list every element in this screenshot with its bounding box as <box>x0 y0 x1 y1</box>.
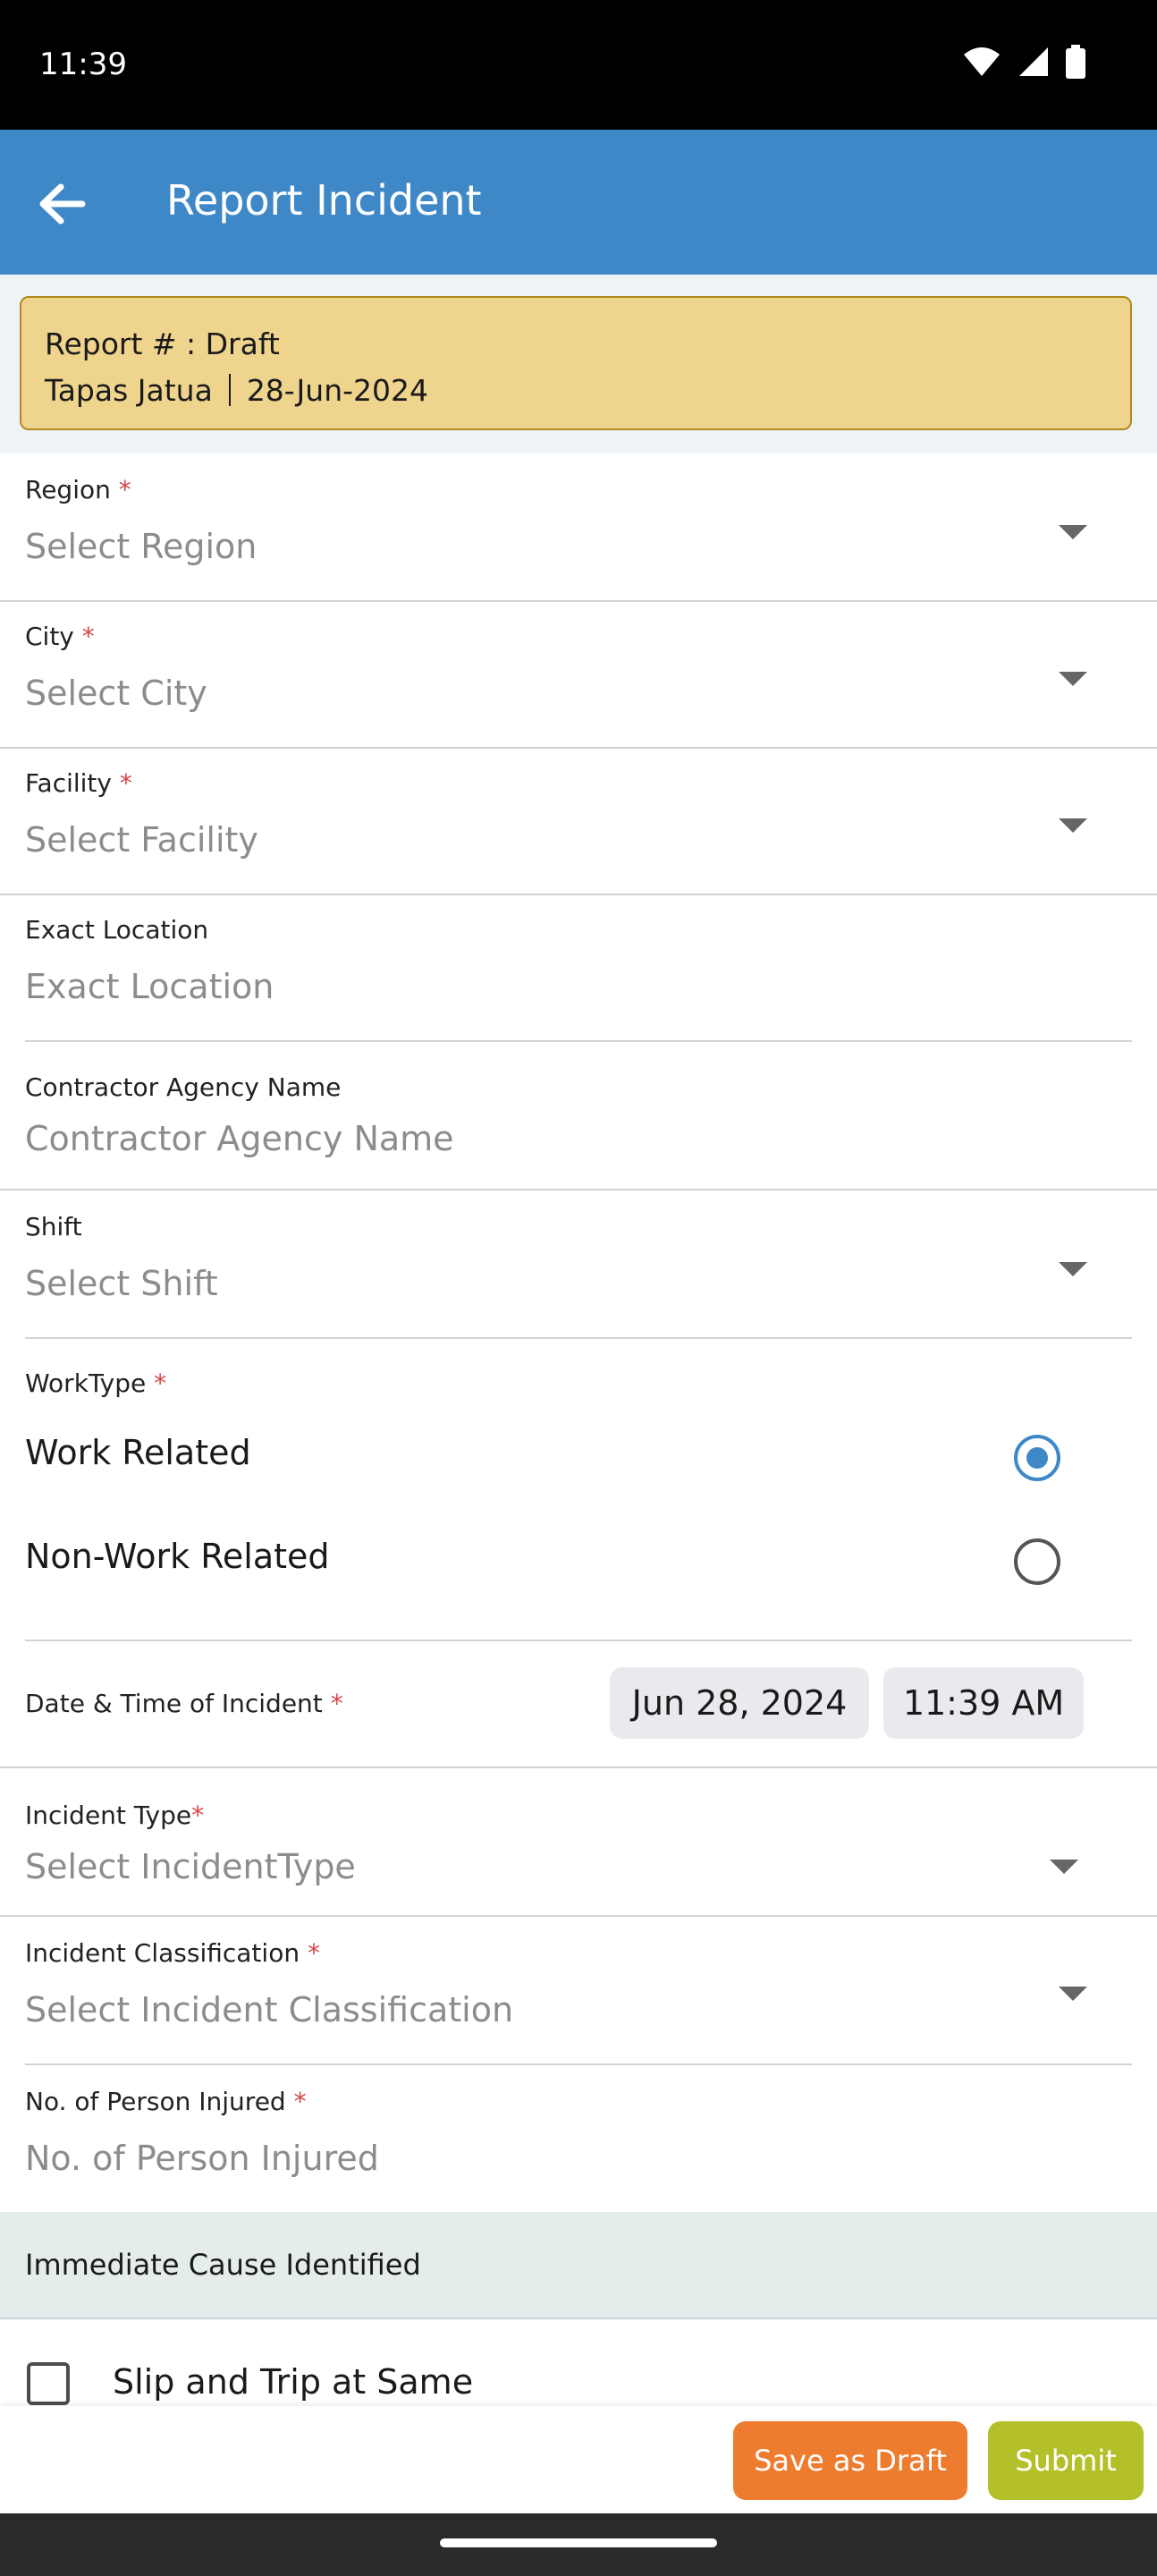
app-bar: Report Incident <box>0 130 1157 275</box>
home-gesture-handle[interactable] <box>440 2538 717 2547</box>
city-dropdown[interactable]: City * Select City <box>0 602 1157 747</box>
incident-classification-label: Incident Classification * <box>25 1938 320 1968</box>
signal-icon <box>1019 47 1048 76</box>
region-placeholder: Select Region <box>25 527 258 566</box>
radio-option-non-work-related[interactable]: Non-Work Related <box>0 1517 1157 1606</box>
persons-injured-label: No. of Person Injured * <box>25 2087 307 2116</box>
page-title: Report Incident <box>166 176 482 225</box>
persons-injured-field[interactable]: No. of Person Injured * No. of Person In… <box>0 2065 1157 2212</box>
system-nav-bar <box>0 2513 1157 2576</box>
facility-dropdown[interactable]: Facility * Select Facility <box>0 749 1157 894</box>
section-title: Immediate Cause Identified <box>25 2248 421 2282</box>
contractor-agency-label: Contractor Agency Name <box>25 1072 342 1102</box>
chevron-down-icon <box>1059 525 1087 539</box>
facility-placeholder: Select Facility <box>25 820 258 860</box>
shift-placeholder: Select Shift <box>25 1264 218 1303</box>
date-picker-button[interactable]: Jun 28, 2024 <box>610 1667 869 1739</box>
status-bar: 11:39 <box>0 0 1157 130</box>
chevron-down-icon <box>1059 1987 1087 2001</box>
region-label: Region * <box>25 475 131 504</box>
persons-injured-input[interactable]: No. of Person Injured <box>25 2139 379 2178</box>
radio-label: Non-Work Related <box>25 1537 330 1576</box>
section-header: Immediate Cause Identified <box>0 2212 1157 2318</box>
incident-classification-dropdown[interactable]: Incident Classification * Select Inciden… <box>0 1917 1157 2063</box>
radio-label: Work Related <box>25 1433 251 1472</box>
chevron-down-icon <box>1059 672 1087 686</box>
cause-checkbox-item[interactable]: Slip and Trip at Same <box>0 2319 1157 2406</box>
divider <box>25 1640 1132 1641</box>
report-date: 28-Jun-2024 <box>246 373 429 408</box>
report-number: Report # : Draft <box>45 326 280 361</box>
time-picker-button[interactable]: 11:39 AM <box>883 1667 1084 1739</box>
exact-location-label: Exact Location <box>25 915 209 945</box>
radio-selected-icon[interactable] <box>1014 1435 1060 1481</box>
chevron-down-icon <box>1059 818 1087 833</box>
worktype-label: WorkType * <box>25 1368 167 1398</box>
report-banner-area: Report # : Draft Tapas Jatua 28-Jun-2024 <box>0 275 1157 453</box>
incident-type-dropdown[interactable]: Incident Type* Select IncidentType <box>0 1768 1157 1915</box>
incident-classification-placeholder: Select Incident Classification <box>25 1990 514 2029</box>
exact-location-input[interactable]: Exact Location <box>25 967 274 1006</box>
report-banner: Report # : Draft Tapas Jatua 28-Jun-2024 <box>20 296 1132 430</box>
radio-option-work-related[interactable]: Work Related <box>0 1413 1157 1503</box>
status-icons <box>962 45 1085 79</box>
contractor-agency-field[interactable]: Contractor Agency Name Contractor Agency… <box>0 1042 1157 1189</box>
shift-dropdown[interactable]: Shift Select Shift <box>0 1191 1157 1337</box>
checkbox-icon[interactable] <box>27 2362 70 2405</box>
submit-button[interactable]: Submit <box>988 2421 1144 2500</box>
incident-type-label: Incident Type* <box>25 1801 205 1830</box>
reporter-name: Tapas Jatua <box>45 373 213 408</box>
action-bar: Save as Draft Submit <box>0 2406 1157 2513</box>
city-placeholder: Select City <box>25 674 207 713</box>
datetime-label: Date & Time of Incident * <box>25 1689 343 1718</box>
save-draft-button[interactable]: Save as Draft <box>733 2421 967 2500</box>
back-arrow-icon[interactable] <box>34 176 89 232</box>
chevron-down-icon <box>1059 1262 1087 1276</box>
facility-label: Facility * <box>25 768 132 798</box>
city-label: City * <box>25 622 95 651</box>
reporter-line: Tapas Jatua 28-Jun-2024 <box>45 373 428 408</box>
region-dropdown[interactable]: Region * Select Region <box>0 453 1157 600</box>
battery-icon <box>1066 45 1085 79</box>
status-time: 11:39 <box>39 47 127 82</box>
incident-type-placeholder: Select IncidentType <box>25 1847 356 1886</box>
exact-location-field[interactable]: Exact Location Exact Location <box>0 895 1157 1040</box>
shift-label: Shift <box>25 1212 82 1241</box>
separator <box>228 374 231 406</box>
contractor-agency-input[interactable]: Contractor Agency Name <box>25 1119 454 1158</box>
chevron-down-icon <box>1050 1860 1078 1874</box>
wifi-icon <box>964 47 1000 76</box>
radio-unselected-icon[interactable] <box>1014 1538 1060 1585</box>
divider <box>25 1337 1132 1339</box>
cause-label: Slip and Trip at Same <box>113 2362 474 2402</box>
